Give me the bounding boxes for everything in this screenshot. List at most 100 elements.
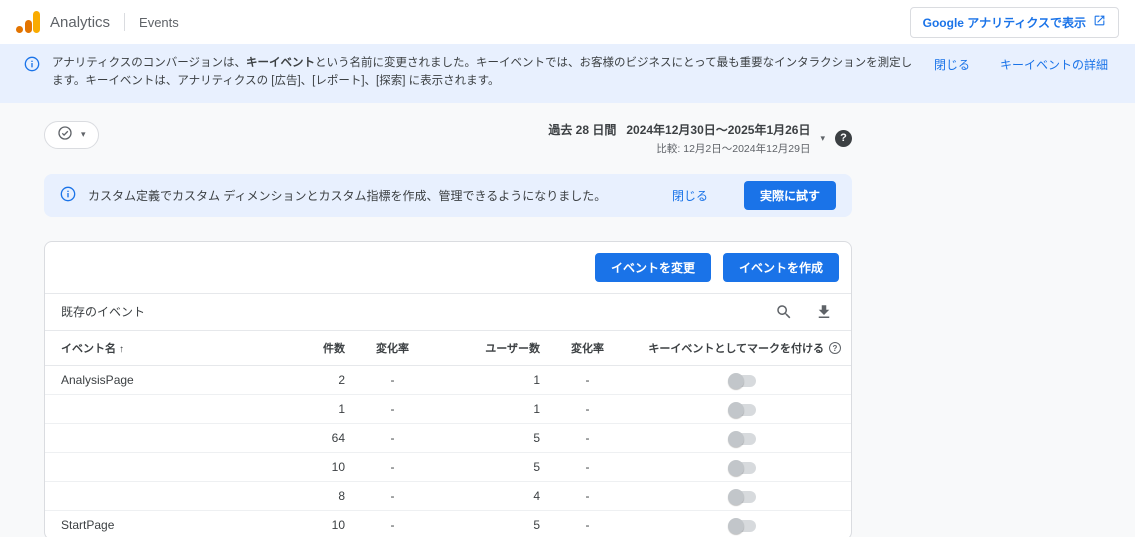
events-table: イベント名 ↑ 件数 変化率 ユーザー数 変化率 キーイベントとしてマークを付ける… — [45, 330, 851, 537]
date-range-block: 過去 28 日間 2024年12月30日～2025年1月26日 比較: 12月2日… — [548, 121, 852, 156]
chevron-down-icon: ▾ — [81, 129, 86, 140]
app-name: Analytics — [50, 13, 111, 31]
google-analytics-logo-icon — [16, 10, 42, 34]
date-range-label: 過去 28 日間 — [548, 122, 617, 137]
event-change-cell: - — [345, 394, 440, 424]
card-actions: イベントを変更 イベントを作成 — [45, 242, 851, 293]
event-change-cell: - — [345, 481, 440, 511]
banner-close-link[interactable]: 閉じる — [934, 56, 970, 73]
open-in-ga-button[interactable]: Google アナリティクスで表示 — [909, 6, 1119, 38]
event-mark-cell — [635, 365, 851, 395]
event-name-cell: AnalysisPage — [45, 365, 277, 395]
info-icon — [60, 186, 76, 205]
create-event-button[interactable]: イベントを作成 — [722, 252, 839, 282]
notice-message: カスタム定義でカスタム ディメンションとカスタム指標を作成、管理できるようになり… — [88, 188, 607, 203]
check-circle-icon — [57, 125, 73, 144]
filter-chip[interactable]: ▾ — [44, 120, 99, 149]
event-count-cell: 8 — [277, 481, 345, 511]
event-name-cell: StartPage — [61, 517, 115, 532]
event-change-cell: - — [345, 423, 440, 453]
key-event-toggle[interactable] — [728, 488, 756, 505]
event-users-change-cell: - — [540, 394, 635, 424]
event-users-change-cell: - — [540, 481, 635, 511]
sort-ascending-icon: ↑ — [119, 343, 124, 355]
table-header-row: イベント名 ↑ 件数 変化率 ユーザー数 変化率 キーイベントとしてマークを付ける… — [45, 330, 851, 366]
toolbar: ▾ 過去 28 日間 2024年12月30日～2025年1月26日 比較: 12月… — [44, 120, 852, 156]
toggle-knob — [728, 517, 744, 534]
event-users-cell: 5 — [533, 517, 540, 532]
banner-message: アナリティクスのコンバージョンは、キーイベントという名前に変更されました。キーイ… — [52, 57, 913, 88]
event-count-cell: 2 — [277, 365, 345, 395]
column-header-users[interactable]: ユーザー数 — [440, 330, 540, 366]
key-event-toggle[interactable] — [728, 430, 756, 447]
events-card: イベントを変更 イベントを作成 既存のイベント イベント名 ↑ 件数 変化率 ユ… — [44, 240, 852, 537]
event-users-cell: 1 — [440, 365, 540, 395]
help-icon[interactable]: ? — [835, 129, 852, 147]
table-row: 8-4- — [45, 481, 851, 511]
column-header-count[interactable]: 件数 — [277, 330, 345, 366]
toggle-knob — [728, 459, 744, 476]
event-users-change-cell: - — [540, 423, 635, 453]
event-mark-cell — [635, 510, 851, 537]
info-icon — [24, 56, 40, 75]
key-event-details-link[interactable]: キーイベントの詳細 — [1000, 56, 1108, 73]
event-users-cell: 4 — [440, 481, 540, 511]
download-icon[interactable] — [813, 301, 835, 323]
column-header-event-name[interactable]: イベント名 ↑ — [45, 330, 277, 366]
external-link-icon — [1093, 14, 1106, 30]
table-row: AnalysisPage 2-1- — [45, 365, 851, 395]
main-area: ▾ 過去 28 日間 2024年12月30日～2025年1月26日 比較: 12月… — [0, 102, 1135, 537]
event-count-cell: 1 — [277, 394, 345, 424]
banner-links: 閉じる キーイベントの詳細 — [934, 56, 1108, 73]
search-input[interactable]: 既存のイベント — [61, 303, 755, 320]
column-header-users-change[interactable]: 変化率 — [540, 330, 635, 366]
event-name-cell — [45, 423, 277, 453]
try-now-button[interactable]: 実際に試す — [743, 180, 836, 210]
key-event-banner: アナリティクスのコンバージョンは、キーイベントという名前に変更されました。キーイ… — [0, 44, 1135, 103]
events-table-body: AnalysisPage 2-1-1-1-64-5-10-5-8-4- StartP… — [45, 365, 851, 537]
column-header-change[interactable]: 変化率 — [345, 330, 440, 366]
toggle-knob — [728, 430, 744, 447]
open-in-ga-label: Google アナリティクスで表示 — [922, 15, 1086, 30]
event-name-cell — [45, 394, 277, 424]
app-header: Analytics Events Google アナリティクスで表示 — [0, 0, 1135, 44]
date-compare-value: 比較: 12月2日～2024年12月29日 — [656, 142, 811, 155]
date-range-selector[interactable]: 過去 28 日間 2024年12月30日～2025年1月26日 比較: 12月2日… — [548, 121, 810, 156]
custom-definitions-notice: カスタム定義でカスタム ディメンションとカスタム指標を作成、管理できるようになり… — [44, 173, 852, 217]
brand: Analytics Events — [16, 10, 179, 34]
event-users-change-cell: - — [540, 365, 635, 395]
toggle-knob — [728, 488, 744, 505]
key-event-toggle[interactable] — [728, 459, 756, 476]
event-users-change-cell: - — [585, 517, 590, 532]
column-help-icon[interactable]: ? — [829, 342, 841, 355]
modify-event-button[interactable]: イベントを変更 — [594, 252, 711, 282]
event-users-cell: 5 — [440, 423, 540, 453]
chevron-down-icon[interactable]: ▾ — [820, 133, 825, 143]
event-users-cell: 5 — [440, 452, 540, 482]
event-name-cell — [45, 481, 277, 511]
toggle-knob — [728, 401, 744, 418]
event-count-cell: 10 — [277, 452, 345, 482]
event-change-cell: - — [345, 365, 440, 395]
event-mark-cell — [635, 452, 851, 482]
table-row: 10-5- — [45, 452, 851, 482]
key-event-toggle[interactable] — [728, 372, 756, 389]
key-event-toggle[interactable] — [728, 517, 756, 534]
table-row: StartPage 10 - 5 - — [45, 510, 851, 537]
header-divider — [124, 13, 126, 31]
table-row: 1-1- — [45, 394, 851, 424]
search-row: 既存のイベント — [45, 292, 851, 331]
event-mark-cell — [635, 394, 851, 424]
event-change-cell: - — [345, 452, 440, 482]
search-icon[interactable] — [773, 301, 795, 323]
event-name-cell — [45, 452, 277, 482]
event-mark-cell — [635, 423, 851, 453]
column-header-mark-key-event: キーイベントとしてマークを付ける? — [635, 330, 851, 366]
event-count-cell: 10 — [331, 517, 345, 532]
notice-close-link[interactable]: 閉じる — [672, 187, 708, 204]
event-mark-cell — [635, 481, 851, 511]
toggle-knob — [728, 372, 744, 389]
date-range-value: 2024年12月30日～2025年1月26日 — [626, 122, 811, 137]
event-users-cell: 1 — [440, 394, 540, 424]
key-event-toggle[interactable] — [728, 401, 756, 418]
